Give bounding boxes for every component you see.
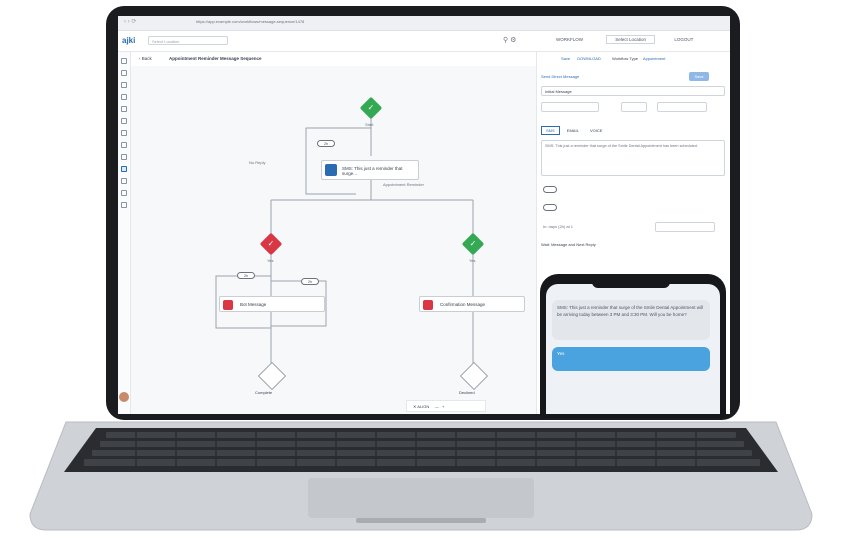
download-link[interactable]: DOWNLOAD — [577, 56, 601, 61]
logout-link[interactable]: LOGOUT — [674, 37, 693, 42]
left-node-label: Yes — [267, 258, 274, 263]
tab-voice[interactable]: VOICE — [590, 128, 602, 133]
no-reply-label: No Reply — [249, 160, 266, 165]
contacts-icon[interactable] — [121, 82, 127, 88]
sms-action-text: SMS: This just a reminder that surge... — [342, 166, 403, 176]
location-select[interactable]: Select Location — [606, 35, 656, 44]
campaigns-icon[interactable] — [121, 154, 127, 160]
location-search-input[interactable]: Select Location — [148, 36, 228, 45]
delay-select[interactable] — [621, 102, 647, 112]
workflow-icon[interactable] — [121, 166, 127, 172]
help-icon[interactable] — [121, 190, 127, 196]
home-icon[interactable] — [121, 58, 127, 64]
check-icon-right: ✓ — [469, 239, 477, 248]
tab-email[interactable]: EMAIL — [567, 128, 579, 133]
app-logo: ajki — [122, 36, 136, 45]
workflow-type-label: Workflow Type — [611, 56, 639, 61]
declined-label: Declined — [459, 390, 475, 395]
reply-sms-bubble: Yes — [552, 347, 710, 371]
workflow-type-value[interactable]: Appointment — [643, 56, 665, 61]
zoom-toolbar[interactable]: ✕ ALIGN — + — [406, 400, 486, 412]
sender-select[interactable] — [541, 102, 599, 112]
left-sidebar — [118, 52, 131, 414]
wait-label: Wait: Message and Next Reply — [541, 242, 596, 247]
channel-tabs: SMS EMAIL VOICE — [541, 126, 602, 135]
workflow-canvas[interactable]: ✓ Start 2h No Reply SMS: This just a rem… — [131, 66, 536, 414]
notification-icon[interactable]: ⚲ ⚙ — [503, 36, 516, 44]
check-icon-left: ✓ — [267, 239, 275, 248]
files-icon[interactable] — [121, 142, 127, 148]
confirmation-message-card[interactable]: Confirmation Message — [419, 296, 525, 312]
back-link[interactable]: ‹ Back — [139, 56, 152, 61]
header-right: WORKFLOW Select Location LOGOUT — [556, 35, 693, 44]
check-icon: ✓ — [367, 103, 375, 112]
complete-label: Complete — [255, 390, 273, 395]
start-label: Start — [365, 122, 374, 127]
laptop-mockup: ‹ › ⟳ https://app.example.com/workflows/… — [0, 0, 842, 540]
message-icon — [325, 164, 337, 176]
apps-icon[interactable] — [121, 202, 127, 208]
phone-notch — [592, 278, 670, 288]
chat-icon[interactable] — [121, 94, 127, 100]
start-node[interactable]: ✓ — [359, 96, 383, 120]
decision-node-left[interactable]: ✓ — [259, 232, 283, 256]
settings-icon[interactable] — [121, 178, 127, 184]
right-node-label: Yes — [469, 258, 476, 263]
tag-chip-1[interactable] — [543, 186, 557, 193]
tab-workflow[interactable]: WORKFLOW — [556, 37, 583, 42]
tab-sms[interactable]: SMS — [541, 126, 560, 135]
address-bar[interactable]: https://app.example.com/workflows/messag… — [196, 19, 616, 27]
reports-icon[interactable] — [121, 130, 127, 136]
bot-message-label: Bot Message — [240, 302, 267, 307]
bot-message-card[interactable]: Bot Message — [219, 296, 325, 312]
inbox-icon[interactable] — [121, 70, 127, 76]
tasks-icon[interactable] — [121, 118, 127, 124]
save-button[interactable]: Save — [689, 72, 709, 81]
section-title: Send Direct Message — [541, 74, 580, 79]
message-textarea[interactable]: SMS: This just a reminder that surge of … — [541, 140, 725, 176]
decision-node-right[interactable]: ✓ — [461, 232, 485, 256]
toolbar-right: Save DOWNLOAD Workflow Type Appointment — [561, 56, 665, 61]
workflow-titlebar: ‹ Back Appointment Reminder Message Sequ… — [131, 52, 536, 66]
page-title: Appointment Reminder Message Sequence — [169, 56, 262, 61]
save-link[interactable]: Save — [561, 56, 570, 61]
wait-pill[interactable]: 2h — [317, 140, 335, 147]
wait-pill-right[interactable]: 2h — [301, 278, 319, 285]
incoming-sms-bubble: SMS: This just a reminder that surge of … — [552, 300, 710, 340]
nav-arrows-icon[interactable]: ‹ › ⟳ — [124, 18, 136, 25]
app-header: ajki Select Location ⚲ ⚙ WORKFLOW Select… — [118, 31, 730, 52]
unit-select[interactable] — [657, 102, 707, 112]
user-avatar[interactable] — [119, 392, 129, 402]
browser-tabbar: ‹ › ⟳ https://app.example.com/workflows/… — [118, 16, 730, 31]
delay-label: In: days (2h) at 1 — [543, 224, 574, 229]
action-sublabel: Appointment Reminder — [383, 182, 424, 187]
wait-pill-left[interactable]: 2h — [237, 272, 255, 279]
calendar-icon[interactable] — [121, 106, 127, 112]
sms-action-card[interactable]: SMS: This just a reminder that surge... — [321, 160, 419, 180]
tag-chip-2[interactable] — [543, 204, 557, 211]
delay-unit-select[interactable] — [655, 222, 715, 232]
confirmation-message-label: Confirmation Message — [440, 302, 486, 307]
step-name-input[interactable]: Initial Message — [541, 86, 725, 96]
laptop-base — [29, 421, 813, 531]
bot-icon — [223, 300, 233, 310]
confirm-icon — [423, 300, 433, 310]
